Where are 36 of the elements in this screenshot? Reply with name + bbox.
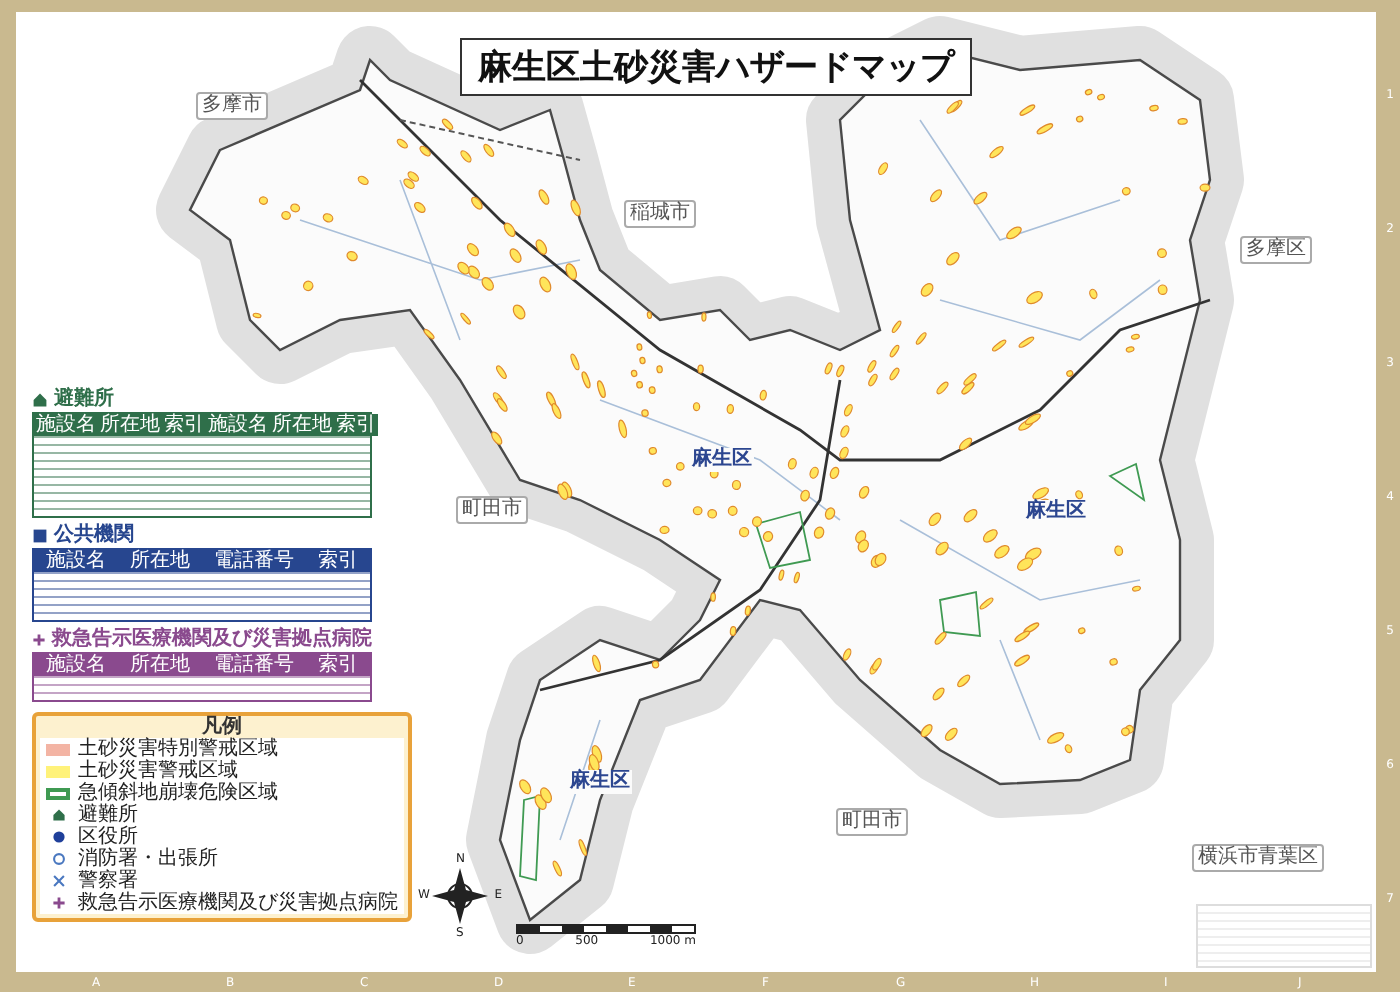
column-header: 索引 (334, 414, 378, 436)
column-header: 索引 (306, 550, 370, 572)
legend-label: 区役所 (78, 826, 138, 848)
legend-label: 消防署・出張所 (78, 848, 218, 870)
column-header: 施設名 (34, 550, 118, 572)
column-header: 施設名 (206, 414, 270, 436)
place-label: 多摩区 (1240, 236, 1312, 264)
column-header: 施設名 (34, 414, 98, 436)
legend-label: 救急告示医療機関及び災害拠点病院 (78, 892, 398, 914)
table-heading: 救急告示医療機関及び災害拠点病院 (52, 628, 372, 650)
place-label: 町田市 (836, 808, 908, 836)
place-label: 麻生区 (568, 770, 632, 794)
column-header: 索引 (306, 654, 370, 676)
table-heading: 公共機関 (54, 524, 134, 546)
place-label: 稲城市 (624, 200, 696, 228)
place-label: 多摩市 (196, 92, 268, 120)
legend-label: 急傾斜地崩壊危険区域 (78, 782, 278, 804)
column-header: 所在地 (118, 550, 202, 572)
column-header: 所在地 (118, 654, 202, 676)
column-header: 所在地 (98, 414, 162, 436)
legend-label: 警察署 (78, 870, 138, 892)
place-label: 町田市 (456, 496, 528, 524)
legend-label: 避難所 (78, 804, 138, 826)
column-header: 施設名 (34, 654, 118, 676)
place-label: 麻生区 (1024, 500, 1088, 524)
legend-label: 土砂災害特別警戒区域 (78, 738, 278, 760)
place-label: 横浜市青葉区 (1192, 844, 1324, 872)
map-title: 麻生区土砂災害ハザードマップ (460, 38, 972, 96)
column-header: 索引 (162, 414, 206, 436)
legend-label: 土砂災害警戒区域 (78, 760, 238, 782)
column-header: 所在地 (270, 414, 334, 436)
place-label: 麻生区 (690, 448, 754, 472)
column-header: 電話番号 (202, 654, 306, 676)
column-header: 電話番号 (202, 550, 306, 572)
legend-title: 凡例 (200, 716, 244, 738)
table-heading: 避難所 (54, 388, 114, 410)
